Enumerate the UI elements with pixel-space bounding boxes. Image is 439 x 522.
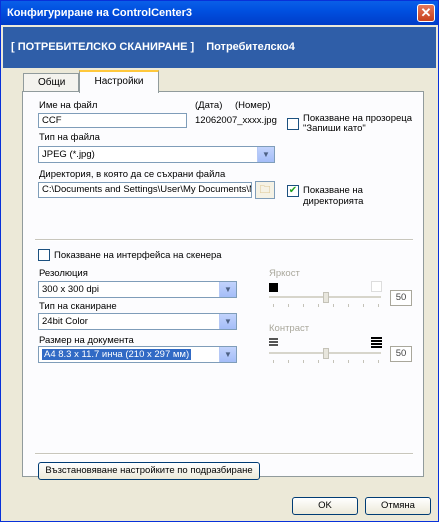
bottom-divider bbox=[35, 453, 413, 455]
slider-tick bbox=[378, 304, 379, 307]
window-title: Конфигуриране на ControlCenter3 bbox=[7, 7, 193, 19]
slider-tick bbox=[288, 360, 289, 363]
folder-icon[interactable]: 🗀 bbox=[255, 181, 275, 199]
slider-tick bbox=[303, 304, 304, 307]
contrast-low-icon bbox=[269, 338, 278, 347]
contrast-value[interactable]: 50 bbox=[390, 346, 412, 362]
file-name-suffix: 12062007_xxxx.jpg bbox=[195, 115, 277, 126]
close-icon[interactable]: ✕ bbox=[417, 4, 435, 22]
file-type-label: Тип на файла bbox=[39, 132, 100, 143]
document-size-select[interactable]: A4 8.3 x 11.7 инча (210 x 297 мм) ▼ bbox=[38, 346, 237, 363]
show-directory-checkbox[interactable]: ✔ bbox=[287, 185, 299, 197]
slider-tick bbox=[273, 360, 274, 363]
resolution-value: 300 x 300 dpi bbox=[42, 284, 100, 295]
save-as-checkbox[interactable] bbox=[287, 118, 299, 130]
file-name-label: Име на файл bbox=[39, 100, 98, 111]
brightness-low-icon bbox=[269, 283, 278, 292]
slider-tick bbox=[348, 304, 349, 307]
contrast-slider-thumb[interactable] bbox=[323, 348, 329, 359]
slider-tick bbox=[273, 304, 274, 307]
slider-tick bbox=[363, 304, 364, 307]
resolution-select[interactable]: 300 x 300 dpi ▼ bbox=[38, 281, 237, 298]
document-size-label: Размер на документа bbox=[39, 335, 134, 346]
contrast-high-icon bbox=[371, 337, 382, 348]
show-scanner-interface-label: Показване на интерфейса на скенера bbox=[54, 250, 222, 261]
scan-type-value: 24bit Color bbox=[42, 316, 88, 327]
contrast-label: Контраст bbox=[269, 323, 310, 334]
slider-tick bbox=[378, 360, 379, 363]
directory-input[interactable]: C:\Documents and Settings\User\My Docume… bbox=[38, 182, 252, 198]
file-type-select[interactable]: JPEG (*.jpg) ▼ bbox=[38, 146, 275, 163]
title-bar: Конфигуриране на ControlCenter3 ✕ bbox=[1, 1, 438, 25]
brightness-label: Яркост bbox=[269, 268, 300, 279]
brightness-slider-thumb[interactable] bbox=[323, 292, 329, 303]
file-name-input[interactable]: CCF bbox=[38, 113, 187, 128]
show-scanner-interface-checkbox[interactable] bbox=[38, 249, 50, 261]
document-size-value: A4 8.3 x 11.7 инча (210 x 297 мм) bbox=[42, 349, 192, 360]
config-window: Конфигуриране на ControlCenter3 ✕ [ ПОТР… bbox=[0, 0, 439, 522]
chevron-down-icon: ▼ bbox=[257, 147, 274, 162]
settings-panel: Име на файл (Дата) (Номер) CCF 12062007_… bbox=[22, 91, 424, 480]
directory-label: Директория, в която да се съхрани файла bbox=[39, 169, 226, 180]
header-profile: Потребителско4 bbox=[206, 41, 295, 53]
file-type-value: JPEG (*.jpg) bbox=[42, 149, 95, 160]
show-directory-label: Показване на директорията bbox=[303, 185, 364, 207]
header-mode: [ ПОТРЕБИТЕЛСКО СКАНИРАНЕ ] bbox=[11, 41, 195, 53]
chevron-down-icon: ▼ bbox=[219, 347, 236, 362]
slider-tick bbox=[318, 304, 319, 307]
tab-general[interactable]: Общи bbox=[23, 73, 79, 92]
slider-tick bbox=[363, 360, 364, 363]
chevron-down-icon: ▼ bbox=[219, 314, 236, 329]
number-label: (Номер) bbox=[235, 100, 271, 111]
slider-tick bbox=[333, 304, 334, 307]
restore-defaults-button[interactable]: Възстановяване настройките по подразбира… bbox=[38, 462, 260, 480]
brightness-value[interactable]: 50 bbox=[390, 290, 412, 306]
brightness-high-icon bbox=[371, 281, 382, 292]
cancel-button[interactable]: Отмяна bbox=[365, 497, 431, 515]
slider-tick bbox=[288, 304, 289, 307]
ok-button[interactable]: OK bbox=[292, 497, 358, 515]
chevron-down-icon: ▼ bbox=[219, 282, 236, 297]
header-bar: [ ПОТРЕБИТЕЛСКО СКАНИРАНЕ ] Потребителско… bbox=[3, 27, 436, 68]
scan-type-select[interactable]: 24bit Color ▼ bbox=[38, 313, 237, 330]
resolution-label: Резолюция bbox=[39, 268, 88, 279]
date-label: (Дата) bbox=[195, 100, 223, 111]
slider-tick bbox=[303, 360, 304, 363]
slider-tick bbox=[318, 360, 319, 363]
slider-tick bbox=[348, 360, 349, 363]
save-as-label: Показване на прозореца "Запиши като" bbox=[303, 113, 412, 134]
scan-type-label: Тип на сканиране bbox=[39, 301, 117, 312]
tab-settings[interactable]: Настройки bbox=[79, 70, 159, 93]
section-divider bbox=[35, 239, 413, 241]
slider-tick bbox=[333, 360, 334, 363]
